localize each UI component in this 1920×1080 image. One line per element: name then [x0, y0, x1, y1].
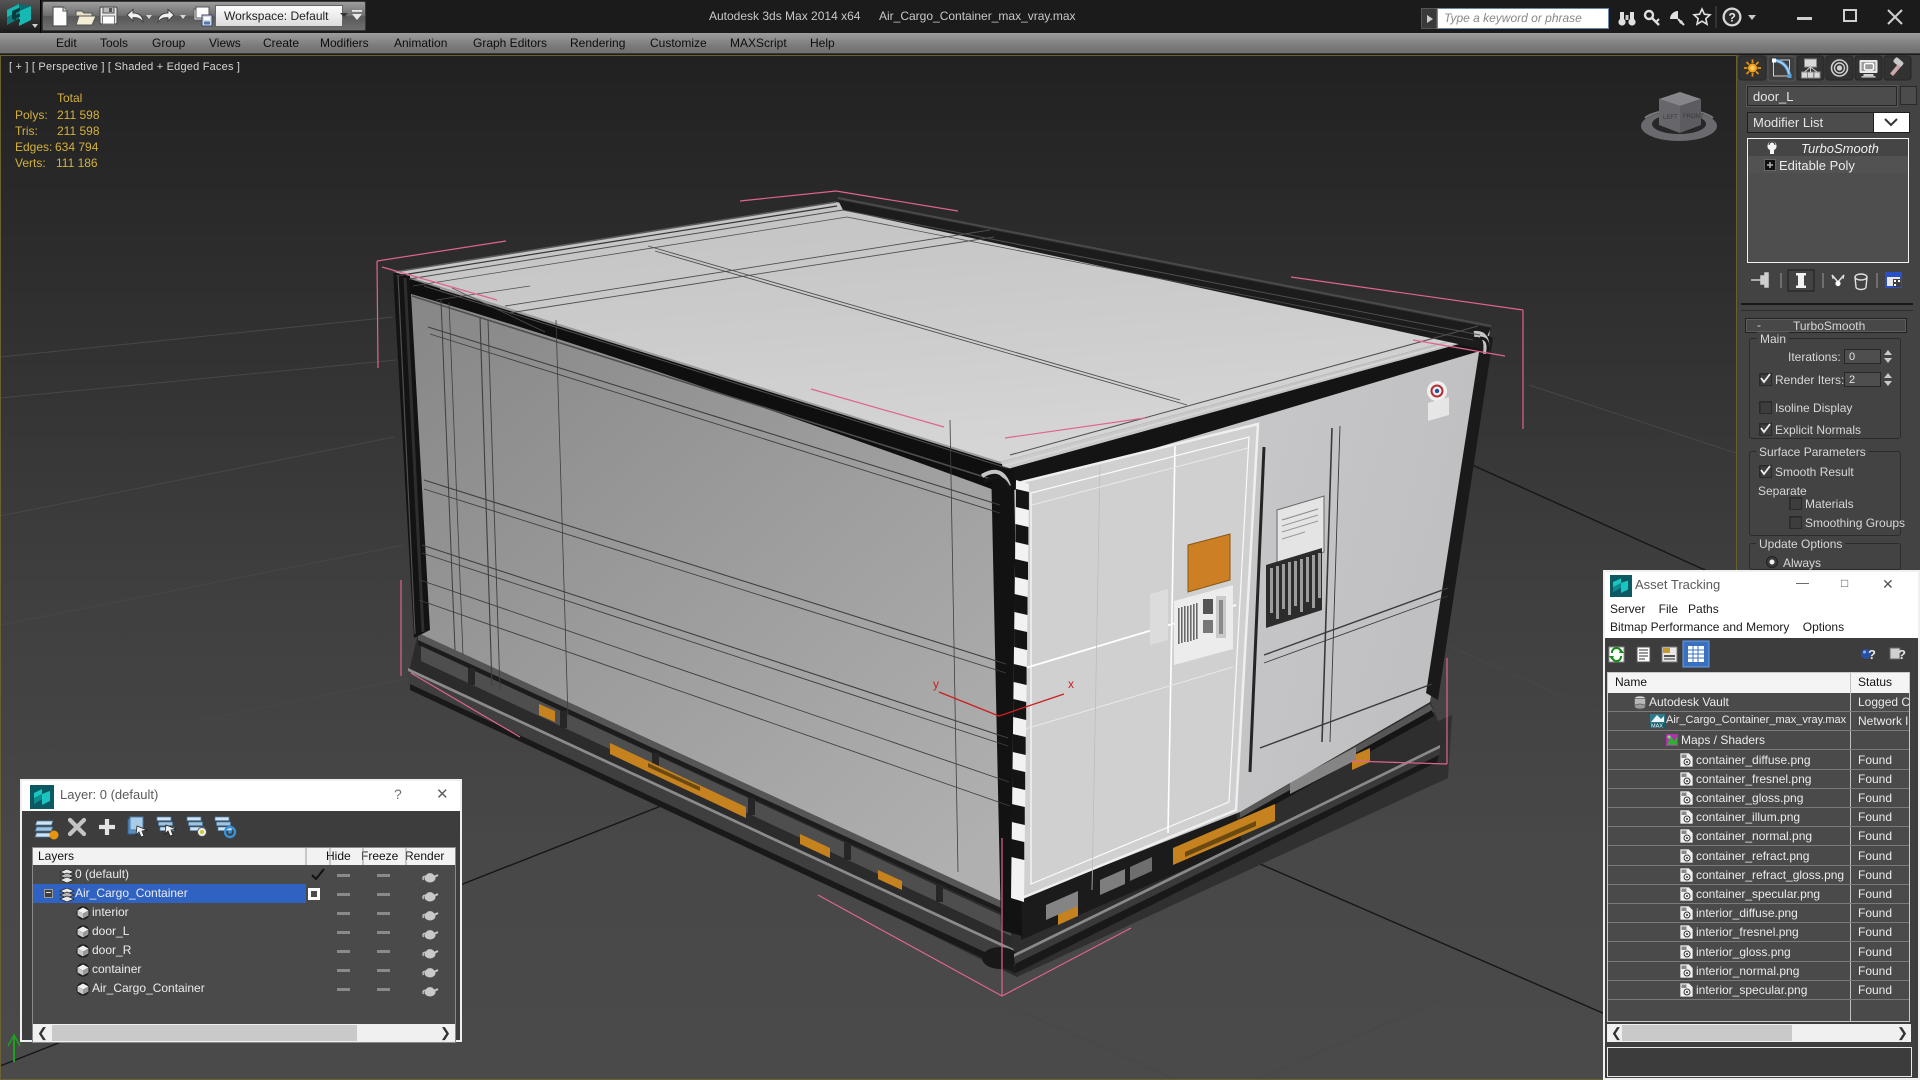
- svg-text:?: ?: [1868, 647, 1876, 662]
- svg-text:?: ?: [1898, 647, 1906, 662]
- svg-text:FRONT: FRONT: [1683, 114, 1704, 120]
- svg-text:LEFT: LEFT: [1663, 115, 1678, 121]
- svg-text:?: ?: [1729, 11, 1736, 25]
- svg-text:x: x: [1068, 677, 1074, 691]
- svg-text:y: y: [933, 677, 939, 691]
- svg-text:MAX: MAX: [1651, 724, 1663, 729]
